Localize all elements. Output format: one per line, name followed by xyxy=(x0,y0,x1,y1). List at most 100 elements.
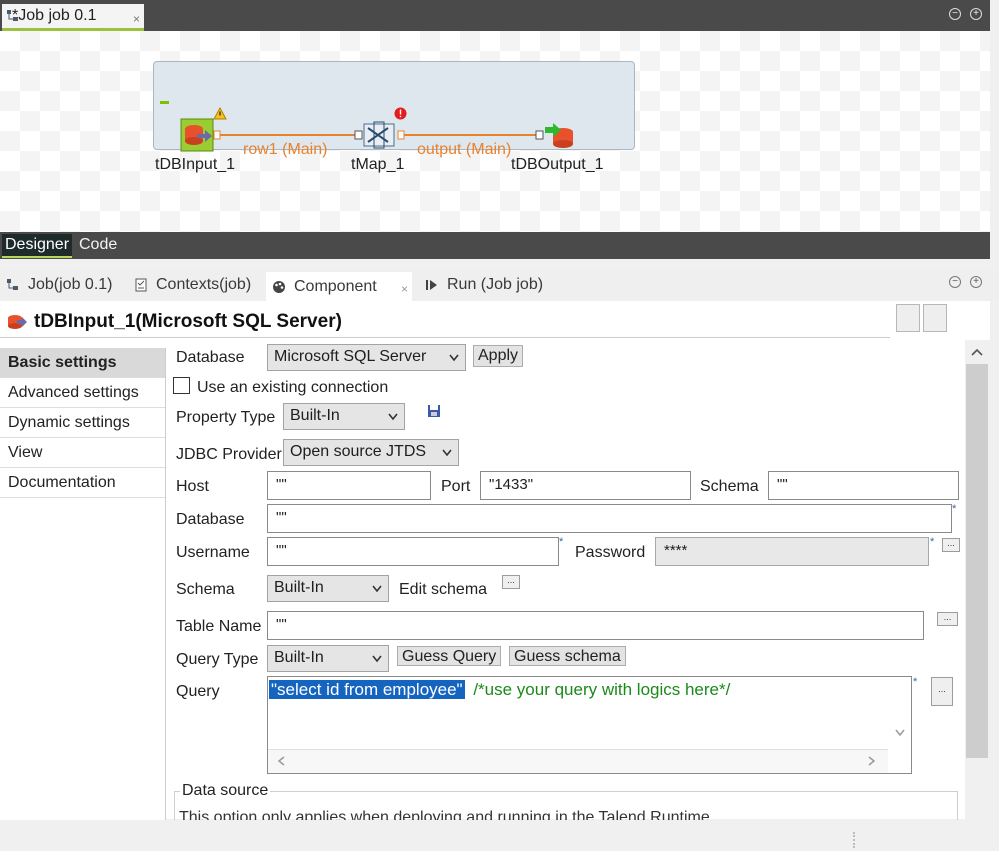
run-icon xyxy=(426,280,437,290)
database-label: Database xyxy=(176,349,245,366)
nav-dynamic-settings[interactable]: Dynamic settings xyxy=(0,408,165,438)
query-comment: /*use your query with logics here*/ xyxy=(473,680,731,699)
host-field[interactable]: "" xyxy=(267,471,431,500)
guess-query-button[interactable]: Guess Query xyxy=(397,646,502,666)
tab-job[interactable]: Job(job 0.1) xyxy=(6,276,113,294)
port-label: Port xyxy=(441,478,471,495)
schema-type-select[interactable]: Built-In xyxy=(267,575,389,602)
editor-tab-bar xyxy=(0,0,990,31)
existing-connection-checkbox[interactable] xyxy=(173,377,190,394)
tab-label: Run (Job job) xyxy=(447,276,544,293)
schema-field[interactable]: "" xyxy=(768,471,959,500)
db-input-icon[interactable] xyxy=(180,118,216,154)
required-marker: * xyxy=(952,503,957,515)
nav-advanced-settings[interactable]: Advanced settings xyxy=(0,378,165,408)
chevron-down-icon xyxy=(442,449,452,457)
scroll-left-icon[interactable] xyxy=(277,756,285,766)
chevron-down-icon xyxy=(372,655,382,663)
required-marker: * xyxy=(913,676,918,688)
component-label: tMap_1 xyxy=(351,156,405,173)
query-hscrollbar[interactable] xyxy=(268,749,888,773)
password-field[interactable]: **** xyxy=(655,537,929,566)
scroll-down-icon[interactable] xyxy=(895,729,905,737)
table-name-label: Table Name xyxy=(176,618,262,635)
query-editor[interactable]: "select id from employee" /*use your que… xyxy=(267,676,912,774)
tmap-icon[interactable] xyxy=(358,120,400,150)
tab-label: Component xyxy=(294,278,377,295)
jdbc-provider-value: Open source JTDS xyxy=(290,443,427,460)
query-string: "select id from employee" xyxy=(269,680,465,699)
job-tab-title: *Job job 0.1 xyxy=(12,7,97,24)
component-title: tDBInput_1(Microsoft SQL Server) xyxy=(34,311,342,332)
username-label: Username xyxy=(176,544,250,561)
error-icon xyxy=(394,107,407,120)
edit-schema-label: Edit schema xyxy=(399,581,488,598)
guess-schema-button[interactable]: Guess schema xyxy=(509,646,626,666)
status-bar-divider xyxy=(853,832,855,848)
designer-code-bar xyxy=(0,232,990,259)
data-source-text: This option only applies when deploying … xyxy=(179,809,710,820)
minimize-icon[interactable]: − xyxy=(949,8,961,20)
table-name-button[interactable]: ... xyxy=(937,612,958,626)
chevron-down-icon xyxy=(449,354,459,362)
required-marker: * xyxy=(559,536,564,548)
nav-documentation[interactable]: Documentation xyxy=(0,468,165,498)
query-edit-button[interactable]: ... xyxy=(931,677,953,706)
jdbc-provider-label: JDBC Provider xyxy=(176,446,282,463)
database-select[interactable]: Microsoft SQL Server xyxy=(267,344,466,371)
subjob-collapse-icon[interactable] xyxy=(160,101,169,104)
db-output-icon[interactable] xyxy=(543,122,577,152)
password-label: Password xyxy=(575,544,646,561)
db-name-field[interactable]: "" xyxy=(267,504,952,533)
link-label[interactable]: output (Main) xyxy=(417,141,511,159)
scroll-right-icon[interactable] xyxy=(868,756,876,766)
tab-contexts[interactable]: Contexts(job) xyxy=(134,276,251,294)
chevron-down-icon xyxy=(388,413,398,421)
link-label[interactable]: row1 (Main) xyxy=(243,141,327,159)
tab-code[interactable]: Code xyxy=(76,234,120,258)
edit-schema-button[interactable]: ... xyxy=(502,575,520,589)
schema-type-value: Built-In xyxy=(274,579,324,596)
scroll-up-icon[interactable] xyxy=(971,347,983,357)
warning-icon xyxy=(213,107,227,120)
minimize-icon[interactable]: − xyxy=(949,276,961,288)
tab-designer[interactable]: Designer xyxy=(2,234,73,258)
table-name-field[interactable]: "" xyxy=(267,611,924,640)
layout-rows-icon[interactable] xyxy=(923,304,947,332)
job-editor-tab[interactable]: *Job job 0.1 × xyxy=(2,4,144,31)
layout-grid-icon[interactable] xyxy=(896,304,920,332)
maximize-icon[interactable]: + xyxy=(970,276,982,288)
username-field[interactable]: "" xyxy=(267,537,559,566)
property-type-label: Property Type xyxy=(176,409,276,426)
scroll-thumb[interactable] xyxy=(966,364,988,758)
db-component-icon xyxy=(8,315,27,329)
close-tab-icon[interactable]: × xyxy=(401,282,408,296)
contexts-icon xyxy=(135,278,147,292)
nav-view[interactable]: View xyxy=(0,438,165,468)
settings-nav: Basic settings Advanced settings Dynamic… xyxy=(0,348,166,820)
tab-component[interactable]: Component × xyxy=(266,272,412,302)
query-type-value: Built-In xyxy=(274,649,324,666)
apply-button[interactable]: Apply xyxy=(473,345,524,367)
nav-basic-settings[interactable]: Basic settings xyxy=(0,348,165,378)
password-edit-button[interactable]: ... xyxy=(942,538,960,552)
close-tab-icon[interactable]: × xyxy=(133,12,140,26)
schema-type-label: Schema xyxy=(176,581,235,598)
save-icon[interactable] xyxy=(427,404,441,418)
existing-connection-label: Use an existing connection xyxy=(197,379,389,396)
tab-run[interactable]: Run (Job job) xyxy=(425,276,543,294)
query-type-label: Query Type xyxy=(176,651,259,668)
port-field[interactable]: "1433" xyxy=(480,471,691,500)
property-type-select[interactable]: Built-In xyxy=(283,403,405,430)
query-label: Query xyxy=(176,683,220,700)
job-icon xyxy=(7,279,18,290)
maximize-icon[interactable]: + xyxy=(970,8,982,20)
tab-label: Contexts(job) xyxy=(156,276,252,293)
jdbc-provider-select[interactable]: Open source JTDS xyxy=(283,439,459,466)
host-label: Host xyxy=(176,478,209,495)
database-value: Microsoft SQL Server xyxy=(274,348,427,365)
data-source-label: Data source xyxy=(180,782,271,800)
tab-label: Job(job 0.1) xyxy=(28,276,113,293)
query-type-select[interactable]: Built-In xyxy=(267,645,389,672)
palette-icon xyxy=(273,281,285,293)
